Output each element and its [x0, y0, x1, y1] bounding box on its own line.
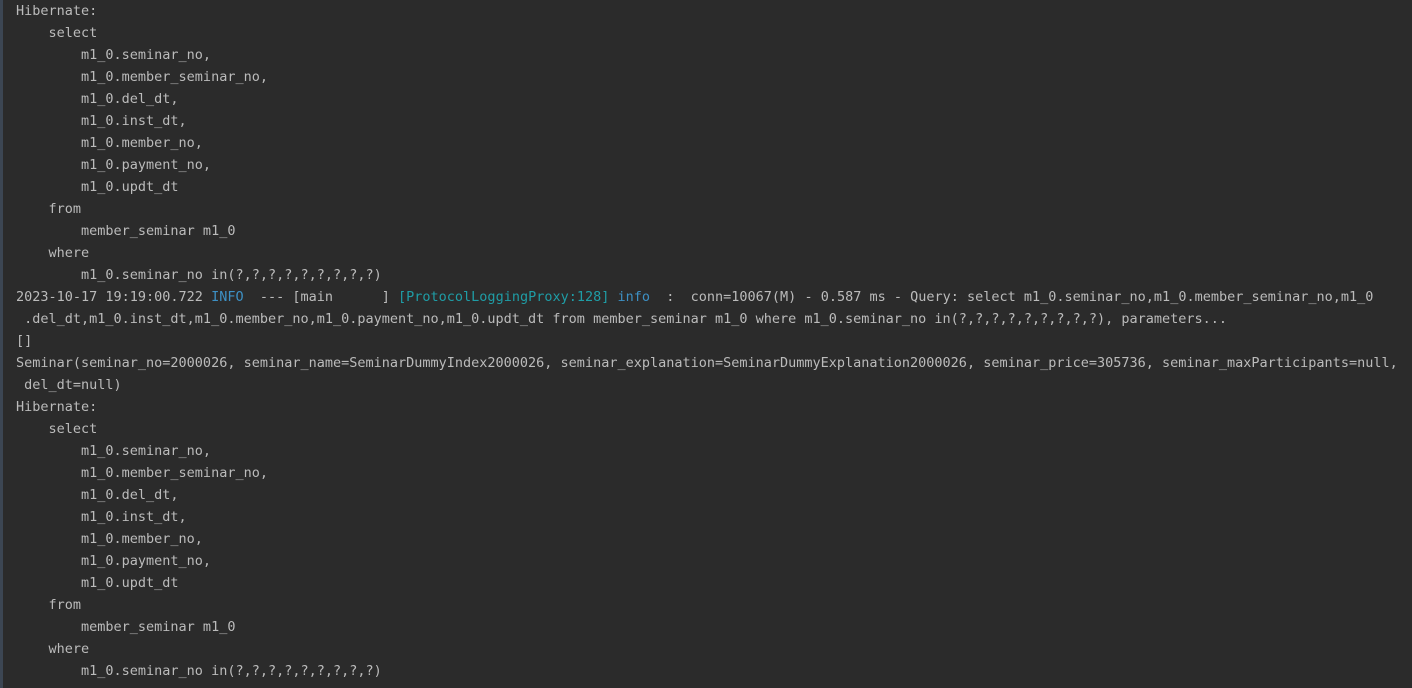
console-line: m1_0.updt_dt [16, 176, 1398, 198]
console-line: m1_0.inst_dt, [16, 506, 1398, 528]
console-line: m1_0.del_dt, [16, 484, 1398, 506]
log-text: Hibernate: [16, 3, 106, 19]
console-lines: Hibernate: select m1_0.seminar_no, m1_0.… [16, 0, 1398, 682]
console-line: m1_0.seminar_no in(?,?,?,?,?,?,?,?,?) [16, 660, 1398, 682]
log-text: where [16, 245, 90, 261]
log-level: info [617, 289, 651, 305]
console-line: m1_0.member_seminar_no, [16, 66, 1398, 88]
log-text: m1_0.seminar_no, [16, 47, 212, 63]
log-text: .del_dt,m1_0.inst_dt,m1_0.member_no,m1_0… [16, 311, 1228, 327]
console-line: m1_0.seminar_no, [16, 44, 1398, 66]
console-line: .del_dt,m1_0.inst_dt,m1_0.member_no,m1_0… [16, 308, 1398, 330]
console-line: del_dt=null) [16, 374, 1398, 396]
console-line: Seminar(seminar_no=2000026, seminar_name… [16, 352, 1398, 374]
log-text: where [16, 641, 90, 657]
log-text: m1_0.member_no, [16, 135, 203, 151]
log-text: Hibernate: [16, 399, 106, 415]
log-text: m1_0.updt_dt [16, 575, 187, 591]
log-text: m1_0.member_seminar_no, [16, 465, 268, 481]
log-text: 2023-10-17 19:19:00.722 [16, 289, 212, 305]
log-text: del_dt=null) [16, 377, 122, 393]
log-text: m1_0.inst_dt, [16, 113, 187, 129]
console-line: m1_0.member_no, [16, 528, 1398, 550]
log-text: m1_0.updt_dt [16, 179, 187, 195]
log-text: : conn=10067(M) - 0.587 ms - Query: sele… [650, 289, 1374, 305]
console-line: m1_0.updt_dt [16, 572, 1398, 594]
log-text: m1_0.payment_no, [16, 157, 212, 173]
log-text: from [16, 201, 82, 217]
console-line: from [16, 594, 1398, 616]
log-text: m1_0.member_no, [16, 531, 203, 547]
log-logger: [ProtocolLoggingProxy:128] [398, 289, 610, 305]
log-text: m1_0.inst_dt, [16, 509, 187, 525]
console-line: m1_0.del_dt, [16, 88, 1398, 110]
log-text: select [16, 421, 98, 437]
log-text: m1_0.member_seminar_no, [16, 69, 268, 85]
console-line: m1_0.seminar_no, [16, 440, 1398, 462]
log-text: --- [main ] [243, 289, 399, 305]
log-text: from [16, 597, 82, 613]
console-line: from [16, 198, 1398, 220]
log-text: m1_0.del_dt, [16, 91, 179, 107]
console-line: [] [16, 330, 1398, 352]
console-line: select [16, 22, 1398, 44]
log-text: member_seminar m1_0 [16, 619, 244, 635]
log-text: m1_0.seminar_no in(?,?,?,?,?,?,?,?,?) [16, 663, 382, 679]
console-line: m1_0.member_seminar_no, [16, 462, 1398, 484]
log-text: Seminar(seminar_no=2000026, seminar_name… [16, 355, 1398, 371]
log-text: select [16, 25, 98, 41]
console-line: m1_0.member_no, [16, 132, 1398, 154]
console-line: member_seminar m1_0 [16, 616, 1398, 638]
console-line: select [16, 418, 1398, 440]
console-line: Hibernate: [16, 396, 1398, 418]
log-info: INFO [211, 289, 244, 305]
log-text: [] [16, 333, 33, 349]
console-line: Hibernate: [16, 0, 1398, 22]
console-line: m1_0.payment_no, [16, 154, 1398, 176]
log-text: m1_0.seminar_no in(?,?,?,?,?,?,?,?,?) [16, 267, 382, 283]
log-text: member_seminar m1_0 [16, 223, 244, 239]
console-output[interactable]: Hibernate: select m1_0.seminar_no, m1_0.… [0, 0, 1412, 688]
log-text: m1_0.del_dt, [16, 487, 179, 503]
console-line: m1_0.payment_no, [16, 550, 1398, 572]
log-text: m1_0.payment_no, [16, 553, 212, 569]
console-line: m1_0.inst_dt, [16, 110, 1398, 132]
console-line: member_seminar m1_0 [16, 220, 1398, 242]
log-text: m1_0.seminar_no, [16, 443, 212, 459]
console-line: where [16, 242, 1398, 264]
console-line: m1_0.seminar_no in(?,?,?,?,?,?,?,?,?) [16, 264, 1398, 286]
console-line: 2023-10-17 19:19:00.722 INFO --- [main ]… [16, 286, 1398, 308]
console-line: where [16, 638, 1398, 660]
